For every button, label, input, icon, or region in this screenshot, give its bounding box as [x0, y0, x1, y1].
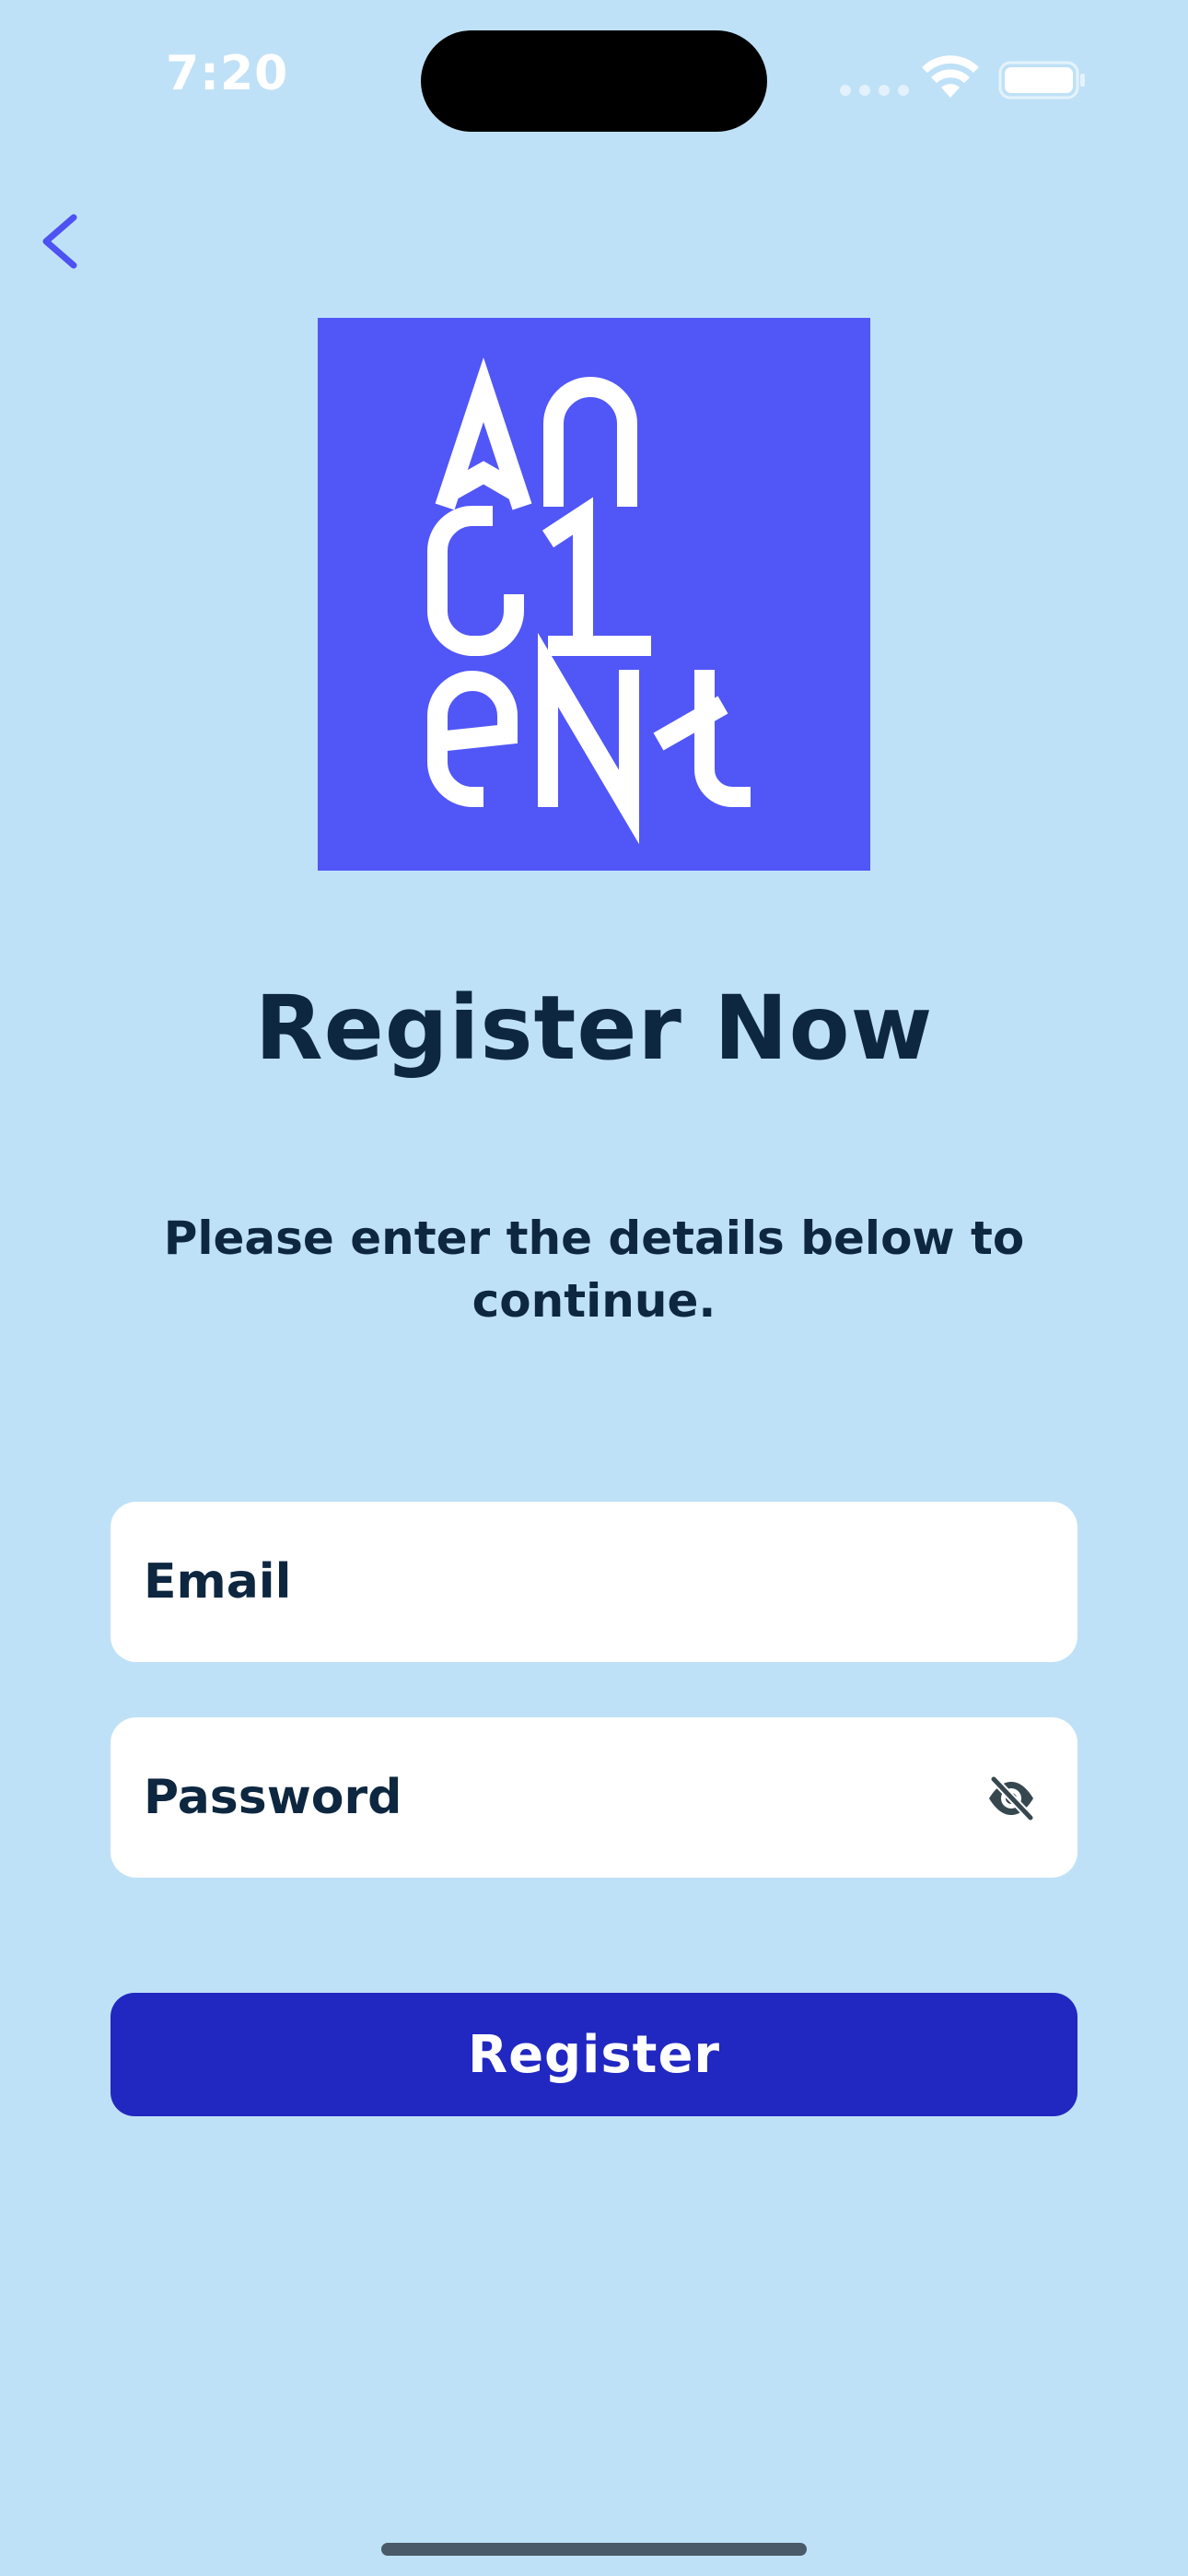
home-indicator[interactable]	[381, 2543, 807, 2556]
email-field[interactable]	[111, 1502, 1077, 1662]
email-input[interactable]	[144, 1502, 973, 1662]
eye-slash-icon	[989, 1774, 1035, 1822]
signal-dots-icon	[840, 85, 909, 96]
password-visibility-toggle[interactable]	[985, 1773, 1037, 1824]
status-bar: 7:20	[0, 0, 1188, 166]
app-logo	[318, 318, 870, 871]
status-time: 7:20	[166, 46, 289, 101]
page-subtitle: Please enter the details below to contin…	[163, 1212, 1025, 1328]
register-button[interactable]: Register	[111, 1993, 1077, 2116]
chevron-left-icon	[42, 214, 77, 269]
back-button[interactable]	[33, 205, 88, 278]
ancient-logo-icon	[427, 357, 751, 845]
dynamic-island	[421, 30, 767, 132]
page-title: Register Now	[254, 977, 934, 1080]
wifi-icon	[922, 55, 979, 98]
password-input[interactable]	[144, 1717, 973, 1878]
battery-icon	[998, 61, 1085, 100]
password-field[interactable]	[111, 1717, 1077, 1878]
